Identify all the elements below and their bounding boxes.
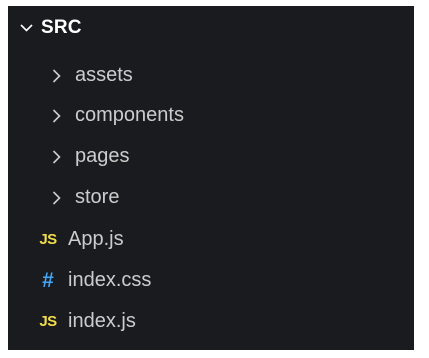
folder-item-components[interactable]: components [8, 95, 414, 136]
folder-label: pages [75, 145, 130, 167]
chevron-right-icon [52, 190, 61, 205]
folder-item-assets[interactable]: assets [8, 55, 414, 96]
folder-item-pages[interactable]: pages [8, 136, 414, 177]
folder-label: components [75, 104, 184, 126]
chevron-right-icon [52, 149, 61, 164]
chevron-right-icon [52, 68, 61, 83]
file-item-index-js[interactable]: JS index.js [8, 301, 414, 342]
folder-label: assets [75, 64, 133, 86]
file-explorer: SRC assets components pages store JS App… [8, 6, 414, 350]
file-label: index.js [68, 310, 136, 332]
chevron-right-icon [52, 108, 61, 123]
folder-item-store[interactable]: store [8, 177, 414, 218]
folder-label: store [75, 186, 120, 208]
css-file-icon: # [42, 269, 54, 292]
file-item-app-js[interactable]: JS App.js [8, 219, 414, 260]
chevron-down-icon [20, 24, 33, 32]
file-item-index-css[interactable]: # index.css [8, 260, 414, 301]
src-folder-header[interactable]: SRC [8, 6, 414, 49]
file-label: index.css [68, 269, 152, 291]
js-file-icon: JS [39, 313, 57, 330]
section-title: SRC [41, 16, 82, 38]
file-label: App.js [68, 228, 124, 250]
js-file-icon: JS [39, 231, 57, 248]
